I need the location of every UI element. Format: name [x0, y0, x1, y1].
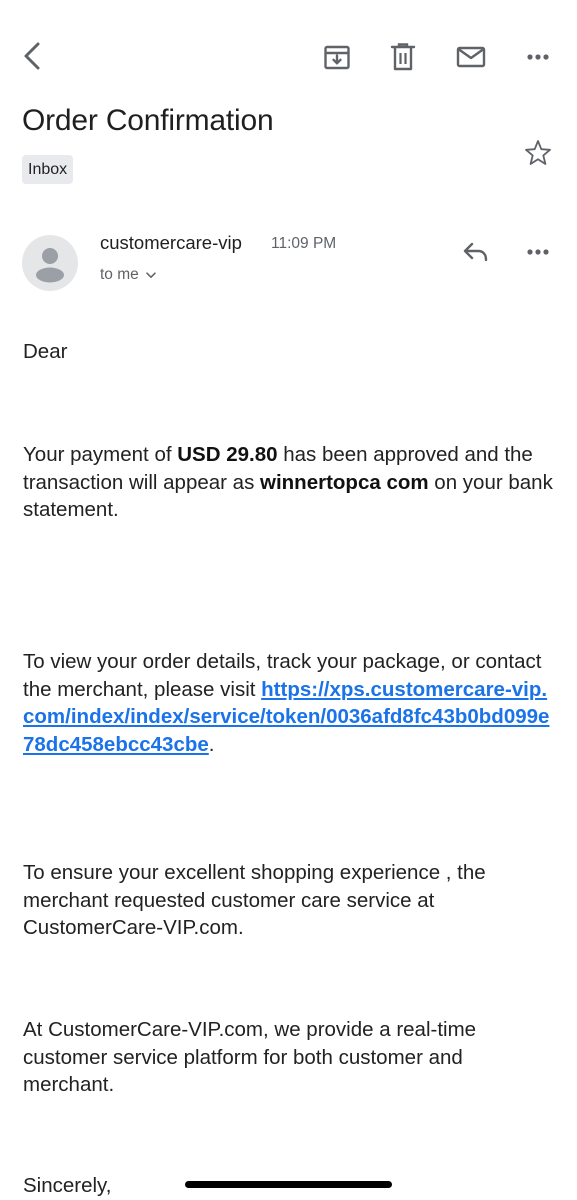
payment-text-1: Your payment of [23, 443, 178, 466]
back-button[interactable] [12, 36, 52, 76]
sender-avatar[interactable] [22, 235, 78, 291]
more-horizontal-icon [526, 53, 550, 61]
more-horizontal-icon [526, 248, 550, 256]
message-more-options-button[interactable] [518, 232, 558, 272]
chevron-left-icon [22, 41, 42, 71]
envelope-icon [456, 45, 486, 69]
greeting-text: Dear [23, 340, 68, 363]
sender-name[interactable]: customercare-vip [100, 232, 242, 254]
star-button[interactable] [520, 138, 556, 172]
payment-paragraph: Your payment of USD 29.80 has been appro… [23, 441, 553, 524]
home-indicator[interactable] [185, 1181, 392, 1188]
reply-button[interactable] [456, 232, 496, 272]
email-subject: Order Confirmation [22, 104, 274, 137]
order-details-paragraph: To view your order details, track your p… [23, 648, 553, 758]
trash-icon [390, 42, 416, 72]
archive-icon [323, 43, 351, 71]
platform-paragraph: At CustomerCare-VIP.com, we provide a re… [23, 1018, 477, 1096]
order-details-period: . [208, 732, 215, 756]
recipient-details-toggle[interactable]: to me [100, 266, 156, 284]
payment-amount: USD 29.80 [177, 443, 278, 466]
recipient-label: to me [100, 266, 139, 283]
chevron-down-icon [146, 266, 156, 284]
person-icon [36, 248, 64, 283]
reply-icon [462, 241, 490, 263]
mark-unread-button[interactable] [451, 37, 491, 77]
star-outline-icon [524, 139, 552, 171]
customer-care-paragraph: To ensure your excellent shopping experi… [23, 861, 486, 939]
archive-button[interactable] [317, 37, 357, 77]
sent-time: 11:09 PM [271, 235, 337, 252]
inbox-label-chip[interactable]: Inbox [22, 155, 74, 184]
more-options-button[interactable] [518, 37, 558, 77]
merchant-descriptor: winnertopca com [260, 470, 429, 494]
delete-button[interactable] [383, 37, 423, 77]
